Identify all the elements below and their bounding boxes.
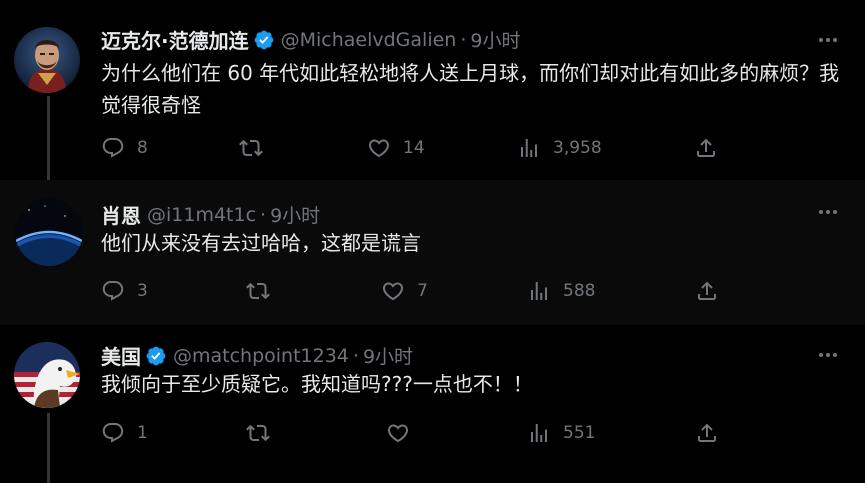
separator: · <box>260 203 267 226</box>
retweet-icon <box>246 282 270 300</box>
thread-connector <box>47 413 50 483</box>
action-bar: 3 7 588 <box>101 279 741 305</box>
views-count: 588 <box>563 281 596 301</box>
share-button[interactable] <box>695 279 719 303</box>
views-button[interactable]: 3,958 <box>517 136 602 160</box>
share-icon <box>697 138 715 157</box>
handle[interactable]: @i11m4t1c <box>147 204 256 226</box>
like-icon <box>368 139 390 158</box>
avatar[interactable] <box>14 342 80 408</box>
tweet[interactable]: 迈克尔·范德加连 @MichaelvdGalien · 9小时 为什么他们在 6… <box>0 0 865 196</box>
tweet-text: 我倾向于至少质疑它。我知道吗???一点也不！！ <box>101 372 533 396</box>
views-icon <box>531 282 547 300</box>
retweet-button[interactable] <box>246 421 270 445</box>
like-icon <box>387 424 409 443</box>
share-icon <box>698 281 716 300</box>
handle[interactable]: @MichaelvdGalien <box>281 29 457 51</box>
separator: · <box>460 28 467 51</box>
like-button[interactable]: 14 <box>367 136 425 160</box>
like-count: 14 <box>403 138 425 158</box>
avatar[interactable] <box>15 198 83 266</box>
reply-count: 1 <box>137 423 148 443</box>
views-count: 3,958 <box>553 138 602 158</box>
display-name[interactable]: 美国 <box>101 341 141 370</box>
reply-count: 8 <box>137 138 148 158</box>
reply-icon <box>102 138 124 158</box>
reply-count: 3 <box>137 281 148 301</box>
tweet-header: 肖恩 @i11m4t1c · 9小时 <box>101 200 320 229</box>
tweet[interactable]: 美国 @matchpoint1234 · 9小时 我倾向于至少质疑它。我知道吗?… <box>0 325 865 483</box>
action-bar: 8 14 3,958 <box>101 136 741 162</box>
views-button[interactable]: 551 <box>527 421 595 445</box>
like-button[interactable]: 7 <box>381 279 428 303</box>
more-icon[interactable] <box>819 210 837 214</box>
display-name[interactable]: 肖恩 <box>101 200 141 229</box>
reply-button[interactable]: 8 <box>101 136 148 160</box>
timestamp[interactable]: 9小时 <box>270 201 320 228</box>
verified-badge-icon <box>253 29 275 51</box>
avatar[interactable] <box>14 27 80 93</box>
timestamp[interactable]: 9小时 <box>363 342 413 369</box>
share-button[interactable] <box>694 136 718 160</box>
display-name[interactable]: 迈克尔·范德加连 <box>101 25 249 54</box>
verified-badge-icon <box>145 345 167 367</box>
handle[interactable]: @matchpoint1234 <box>173 345 349 367</box>
tweet-text: 他们从来没有去过哈哈，这都是谎言 <box>101 231 421 255</box>
tweet[interactable]: 肖恩 @i11m4t1c · 9小时 他们从来没有去过哈哈，这都是谎言 3 7 … <box>0 180 865 325</box>
timestamp[interactable]: 9小时 <box>470 26 520 53</box>
like-button[interactable] <box>386 421 422 445</box>
reply-button[interactable]: 3 <box>101 279 148 303</box>
views-count: 551 <box>563 423 596 443</box>
share-icon <box>698 423 716 442</box>
reply-button[interactable]: 1 <box>101 421 148 445</box>
more-icon[interactable] <box>819 38 837 42</box>
views-icon <box>521 139 537 157</box>
like-count: 7 <box>417 281 428 301</box>
reply-icon <box>102 423 124 443</box>
retweet-icon <box>246 424 270 442</box>
action-bar: 1 551 <box>101 421 741 447</box>
like-icon <box>382 282 404 301</box>
views-button[interactable]: 588 <box>527 279 595 303</box>
retweet-button[interactable] <box>239 136 263 160</box>
retweet-button[interactable] <box>246 279 270 303</box>
separator: · <box>352 344 359 367</box>
retweet-icon <box>239 139 263 157</box>
tweet-text: 为什么他们在 60 年代如此轻松地将人送上月球，而你们却对此有如此多的麻烦？我觉… <box>101 61 840 117</box>
reply-icon <box>102 281 124 301</box>
more-icon[interactable] <box>819 353 837 357</box>
views-icon <box>531 424 547 442</box>
share-button[interactable] <box>695 421 719 445</box>
tweet-header: 迈克尔·范德加连 @MichaelvdGalien · 9小时 <box>101 25 520 54</box>
tweet-header: 美国 @matchpoint1234 · 9小时 <box>101 341 413 370</box>
